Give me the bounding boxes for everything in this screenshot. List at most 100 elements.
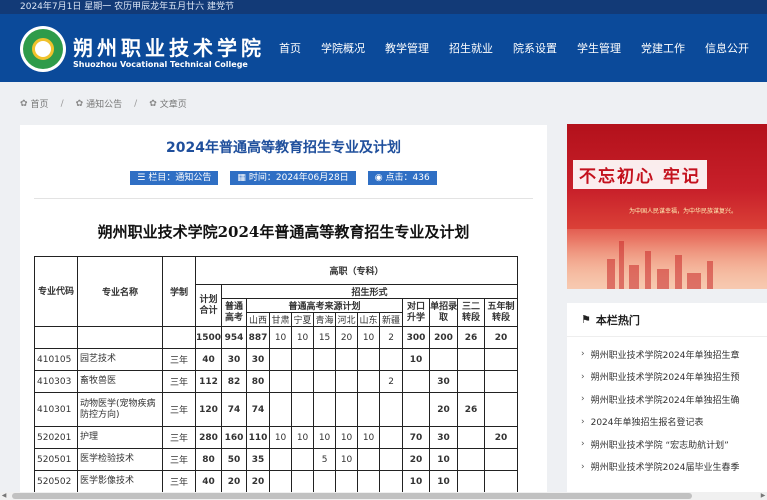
scrollbar-thumb[interactable] [12, 493, 692, 499]
table-cell [291, 392, 315, 427]
table-cell [457, 348, 486, 371]
table-cell: 30 [429, 370, 459, 393]
header-source: 普通高考来源计划 [246, 298, 404, 313]
header-years: 学制 [162, 256, 196, 327]
table-cell [457, 426, 486, 449]
table-cell: 30 [246, 348, 271, 371]
table-cell: 10 [291, 326, 315, 349]
school-logo[interactable] [20, 26, 66, 72]
chevron-right-icon: › [581, 439, 585, 450]
table-cell: 40 [194, 348, 223, 371]
table-cell: 10 [429, 470, 459, 493]
hot-article-link[interactable]: › 朔州职业技术学院2024届毕业生春季 [567, 456, 767, 479]
hot-article-link[interactable]: › 2024年单独招生报名登记表 [567, 411, 767, 434]
hot-articles-panel: ⚑ 本栏热门 › 朔州职业技术学院2024年单独招生章 › 朔州职业技术学院2024… [567, 303, 767, 500]
school-name-en: Shuozhou Vocational Technical College [73, 60, 248, 69]
crumb-article-label: 文章页 [159, 100, 187, 110]
crumb-notices[interactable]: ✿ 通知公告 [76, 97, 123, 111]
hot-article-title: 朔州职业技术学院2024年单独招生章 [590, 350, 740, 361]
nav-party[interactable]: 党建工作 [641, 40, 685, 56]
table-cell: 10 [313, 426, 337, 449]
table-cell [313, 370, 337, 393]
table-cell: 26 [457, 392, 486, 427]
table-cell [269, 470, 293, 493]
chevron-right-icon: › [581, 461, 585, 472]
table-cell: 280 [194, 426, 223, 449]
table-cell [379, 426, 404, 449]
flag-icon: ⚑ [581, 313, 591, 326]
nav-departments[interactable]: 院系设置 [513, 40, 557, 56]
nav-teaching[interactable]: 教学管理 [385, 40, 429, 56]
table-cell [379, 448, 404, 471]
crumb-home[interactable]: ✿ 首页 [20, 97, 49, 111]
table-cell [335, 470, 359, 493]
header-level: 高职（专科） [194, 256, 519, 285]
table-cell: 三年 [162, 370, 196, 393]
table-cell: 520501 [34, 448, 78, 471]
crumb-separator: / [60, 98, 64, 109]
table-cell [357, 348, 381, 371]
table-cell: 15 [313, 326, 337, 349]
school-name-cn[interactable]: 朔州职业技术学院 [73, 32, 265, 61]
table-cell [335, 392, 359, 427]
table-row: 410105 园艺技术 三年 40 30 30 10 [34, 348, 519, 371]
table-cell: 887 [246, 326, 271, 349]
scroll-right-icon[interactable]: ▶ [759, 492, 767, 500]
table-cell [291, 470, 315, 493]
crumb-separator: / [134, 98, 138, 109]
table-cell: 35 [246, 448, 271, 471]
banner-skyline [567, 229, 767, 289]
hot-article-link[interactable]: › 朔州职业技术学院 “宏志助航计划” [567, 433, 767, 456]
meta-views: ◉ 点击：436 [367, 171, 437, 185]
scroll-left-icon[interactable]: ◀ [0, 492, 8, 500]
totals-row: 1500 954 887 10 10 15 20 10 2 300 200 26… [34, 326, 519, 349]
table-cell [357, 448, 381, 471]
table-cell: 10 [357, 426, 381, 449]
table-cell: 10 [269, 326, 293, 349]
table-cell [269, 348, 293, 371]
table-cell [34, 326, 78, 349]
table-cell: 三年 [162, 448, 196, 471]
nav-students[interactable]: 学生管理 [577, 40, 621, 56]
hot-article-link[interactable]: › 朔州职业技术学院2024年单独招生章 [567, 343, 767, 366]
meta-category[interactable]: ☰ 栏目：通知公告 [130, 171, 219, 185]
table-cell [357, 370, 381, 393]
nav-disclosure[interactable]: 信息公开 [705, 40, 749, 56]
table-cell [484, 370, 519, 393]
table-cell [313, 392, 337, 427]
table-cell [457, 470, 486, 493]
table-row: 520201 护理 三年 280 160 110 10 10 10 10 10 70 30 20 [34, 426, 519, 449]
table-cell: 30 [221, 348, 248, 371]
table-row: 410301 动物医学(宠物疾病防控方向) 三年 120 74 74 20 26 [34, 392, 519, 427]
crumb-home-label: 首页 [30, 100, 49, 110]
table-cell [429, 348, 459, 371]
nav-home[interactable]: 首页 [279, 40, 301, 56]
header-province: 青海 [313, 312, 337, 327]
header-wunian: 五年制转段 [484, 298, 519, 327]
nav-admission[interactable]: 招生就业 [449, 40, 493, 56]
table-cell: 10 [357, 326, 381, 349]
table-cell: 954 [221, 326, 248, 349]
table-cell: 410301 [34, 392, 78, 427]
meta-category-text: 栏目：通知公告 [148, 173, 212, 183]
meta-date: ▦ 时间：2024年06月28日 [230, 171, 356, 185]
hot-article-link[interactable]: › 朔州职业技术学院2024年单独招生预 [567, 366, 767, 389]
nav-overview[interactable]: 学院概况 [321, 40, 365, 56]
header-gaokao: 普通高考 [221, 298, 248, 327]
horizontal-scrollbar[interactable]: ◀ ▶ [0, 492, 767, 500]
hot-article-title: 朔州职业技术学院2024届毕业生春季 [590, 463, 740, 474]
slogan-banner[interactable]: 不忘初心 牢记 为中国人民谋幸福，为中华民族谋复兴。 [567, 124, 767, 289]
table-cell: 160 [221, 426, 248, 449]
hot-articles-list: › 朔州职业技术学院2024年单独招生章 › 朔州职业技术学院2024年单独招生预 … [567, 337, 767, 478]
table-cell [162, 326, 196, 349]
table-cell [484, 392, 519, 427]
chevron-right-icon: › [581, 371, 585, 382]
table-cell: 三年 [162, 470, 196, 493]
hot-article-link[interactable]: › 朔州职业技术学院2024年单独招生确 [567, 388, 767, 411]
table-cell: 10 [291, 426, 315, 449]
header-province: 山东 [357, 312, 381, 327]
main-nav: 首页 学院概况 教学管理 招生就业 院系设置 学生管理 党建工作 信息公开 [279, 14, 749, 82]
table-cell: 2 [379, 326, 404, 349]
header-danzhao: 单招录取 [429, 298, 459, 327]
hot-article-title: 朔州职业技术学院2024年单独招生确 [590, 395, 740, 406]
